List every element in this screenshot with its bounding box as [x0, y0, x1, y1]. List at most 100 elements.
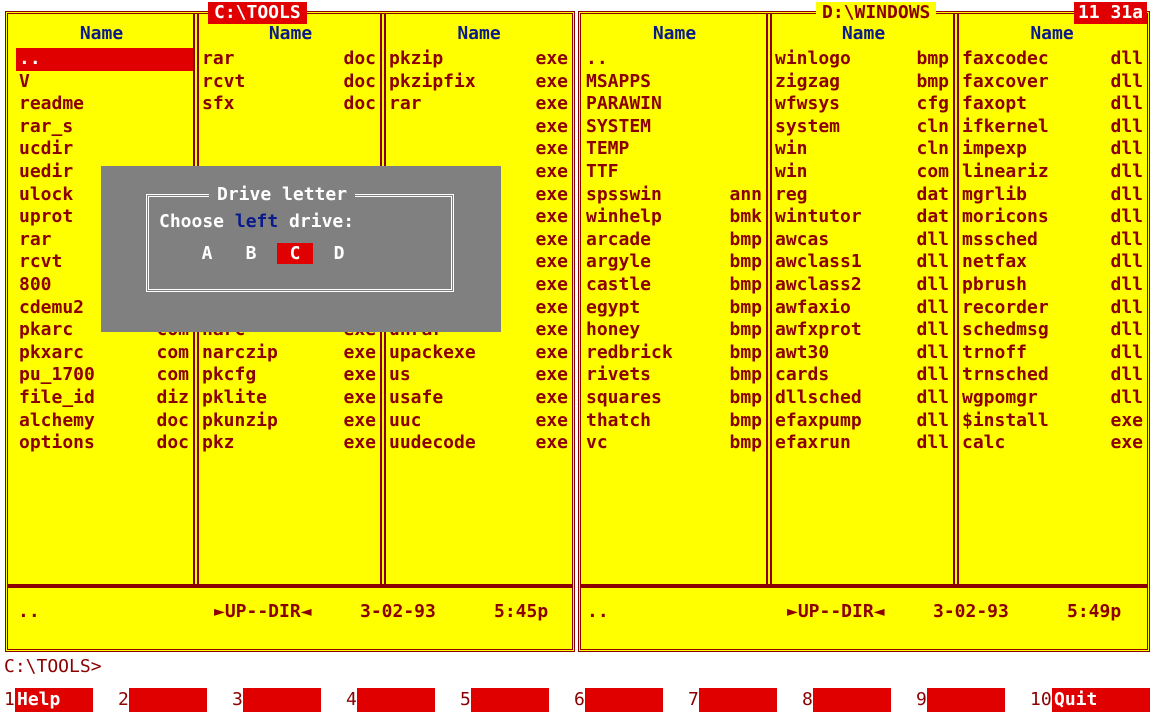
file-entry[interactable]: rar exe	[386, 93, 572, 116]
file-entry[interactable]: thatch bmp	[583, 410, 766, 433]
file-entry[interactable]: PARAWIN	[583, 93, 766, 116]
left-panel[interactable]: C:\TOOLS Name Name Name .. Vreadme rar_s uc…	[5, 2, 575, 652]
file-entry[interactable]: mssched dll	[959, 229, 1147, 252]
drive-d-option[interactable]: D	[321, 243, 357, 264]
file-entry[interactable]: readme	[16, 93, 193, 116]
file-entry[interactable]: TEMP	[583, 138, 766, 161]
file-entry[interactable]: mgrlib dll	[959, 184, 1147, 207]
file-entry[interactable]: trnsched dll	[959, 364, 1147, 387]
function-key-10[interactable]: 10 Quit	[1030, 688, 1150, 712]
file-entry[interactable]: squares bmp	[583, 387, 766, 410]
file-entry[interactable]: ucdir	[16, 138, 193, 161]
function-key-4[interactable]: 4	[346, 688, 435, 712]
file-entry[interactable]: pkz exe	[199, 432, 380, 455]
file-entry[interactable]: $install exe	[959, 410, 1147, 433]
file-entry[interactable]: cards dll	[772, 364, 953, 387]
file-entry[interactable]: sfx doc	[199, 93, 380, 116]
file-entry[interactable]: ..	[16, 48, 193, 71]
file-entry[interactable]: reg dat	[772, 184, 953, 207]
function-key-6[interactable]: 6	[574, 688, 663, 712]
file-entry[interactable]: win cln	[772, 138, 953, 161]
file-entry[interactable]: win com	[772, 161, 953, 184]
file-entry[interactable]: ..	[583, 48, 766, 71]
file-entry[interactable]: spsswin ann	[583, 184, 766, 207]
file-entry[interactable]: pbrush dll	[959, 274, 1147, 297]
file-entry[interactable]: redbrick bmp	[583, 342, 766, 365]
file-entry[interactable]: narczip exe	[199, 342, 380, 365]
file-entry[interactable]: rcvt doc	[199, 71, 380, 94]
file-entry[interactable]: rar doc	[199, 48, 380, 71]
file-entry[interactable]	[199, 138, 380, 161]
file-entry[interactable]: honey bmp	[583, 319, 766, 342]
file-entry[interactable]: file_id diz	[16, 387, 193, 410]
function-key-3[interactable]: 3	[232, 688, 321, 712]
file-entry[interactable]: usafe exe	[386, 387, 572, 410]
drive-c-option[interactable]: C	[277, 243, 313, 264]
file-entry[interactable]: wfwsys cfg	[772, 93, 953, 116]
file-entry[interactable]: faxcodec dll	[959, 48, 1147, 71]
file-entry[interactable]: ifkernel dll	[959, 116, 1147, 139]
file-entry[interactable]: wintutor dat	[772, 206, 953, 229]
file-entry[interactable]: us exe	[386, 364, 572, 387]
file-entry[interactable]: MSAPPS	[583, 71, 766, 94]
drive-letter-dialog[interactable]: Drive letter Choose left drive: ABCD	[101, 166, 501, 332]
file-entry[interactable]: impexp dll	[959, 138, 1147, 161]
file-entry[interactable]: calc exe	[959, 432, 1147, 455]
file-entry[interactable]: SYSTEM	[583, 116, 766, 139]
file-entry[interactable]: argyle bmp	[583, 251, 766, 274]
file-entry[interactable]: netfax dll	[959, 251, 1147, 274]
file-entry[interactable]: pkzip exe	[386, 48, 572, 71]
file-entry[interactable]: pkcfg exe	[199, 364, 380, 387]
file-entry[interactable]: system cln	[772, 116, 953, 139]
function-key-5[interactable]: 5	[460, 688, 549, 712]
file-entry[interactable]: rar_s	[16, 116, 193, 139]
file-entry[interactable]: wgpomgr dll	[959, 387, 1147, 410]
function-key-8[interactable]: 8	[802, 688, 891, 712]
file-entry[interactable]: awt30 dll	[772, 342, 953, 365]
file-entry[interactable]: options doc	[16, 432, 193, 455]
file-entry[interactable]: lineariz dll	[959, 161, 1147, 184]
file-entry[interactable]: efaxpump dll	[772, 410, 953, 433]
file-entry[interactable]: exe	[386, 116, 572, 139]
file-entry[interactable]: awclass1 dll	[772, 251, 953, 274]
function-key-7[interactable]: 7	[688, 688, 777, 712]
file-entry[interactable]: V	[16, 71, 193, 94]
file-entry[interactable]: pkxarc com	[16, 342, 193, 365]
file-entry[interactable]: dllsched dll	[772, 387, 953, 410]
function-key-9[interactable]: 9	[916, 688, 1005, 712]
file-entry[interactable]: recorder dll	[959, 297, 1147, 320]
file-entry[interactable]: pklite exe	[199, 387, 380, 410]
file-entry[interactable]: exe	[386, 138, 572, 161]
file-entry[interactable]: uudecode exe	[386, 432, 572, 455]
file-entry[interactable]: TTF	[583, 161, 766, 184]
file-entry[interactable]: arcade bmp	[583, 229, 766, 252]
file-entry[interactable]: awfxprot dll	[772, 319, 953, 342]
file-entry[interactable]: egypt bmp	[583, 297, 766, 320]
file-entry[interactable]: zigzag bmp	[772, 71, 953, 94]
drive-a-option[interactable]: A	[189, 243, 225, 264]
file-entry[interactable]: vc bmp	[583, 432, 766, 455]
file-entry[interactable]: awclass2 dll	[772, 274, 953, 297]
file-entry[interactable]: trnoff dll	[959, 342, 1147, 365]
file-entry[interactable]: pkunzip exe	[199, 410, 380, 433]
file-entry[interactable]: winlogo bmp	[772, 48, 953, 71]
file-entry[interactable]: upackexe exe	[386, 342, 572, 365]
file-entry[interactable]: awcas dll	[772, 229, 953, 252]
file-entry[interactable]: faxcover dll	[959, 71, 1147, 94]
file-entry[interactable]: pu_1700 com	[16, 364, 193, 387]
file-entry[interactable]	[199, 116, 380, 139]
right-panel[interactable]: D:\WINDOWS 11 31a Name Name Name .. MSAPP…	[578, 2, 1150, 652]
file-entry[interactable]: uuc exe	[386, 410, 572, 433]
file-entry[interactable]: faxopt dll	[959, 93, 1147, 116]
file-entry[interactable]: castle bmp	[583, 274, 766, 297]
function-key-2[interactable]: 2	[118, 688, 207, 712]
function-key-1[interactable]: 1 Help	[4, 688, 93, 712]
file-entry[interactable]: winhelp bmk	[583, 206, 766, 229]
file-entry[interactable]: alchemy doc	[16, 410, 193, 433]
file-entry[interactable]: efaxrun dll	[772, 432, 953, 455]
file-entry[interactable]: awfaxio dll	[772, 297, 953, 320]
file-entry[interactable]: rivets bmp	[583, 364, 766, 387]
command-prompt[interactable]: C:\TOOLS>	[4, 656, 102, 677]
drive-b-option[interactable]: B	[233, 243, 269, 264]
file-entry[interactable]: moricons dll	[959, 206, 1147, 229]
